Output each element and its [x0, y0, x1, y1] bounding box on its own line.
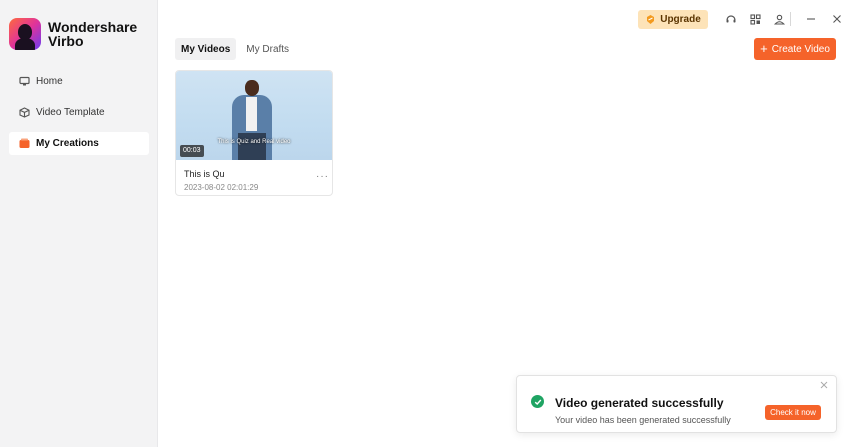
upgrade-gem-icon — [647, 15, 655, 24]
sidebar-item-video-template[interactable]: Video Template — [9, 101, 149, 124]
video-title: This is Qu — [184, 169, 225, 179]
sidebar-item-label: Video Template — [36, 107, 105, 118]
toast-message: Your video has been generated successful… — [555, 415, 731, 425]
sidebar: Wondershare Virbo Home Video Template My… — [0, 0, 158, 447]
grid-icon[interactable] — [748, 12, 762, 26]
minimize-icon[interactable] — [804, 12, 818, 26]
tab-my-drafts[interactable]: My Drafts — [240, 38, 295, 60]
create-video-button[interactable]: + Create Video — [754, 38, 836, 60]
sidebar-item-label: My Creations — [36, 138, 99, 149]
monitor-icon — [19, 76, 30, 87]
sidebar-item-my-creations[interactable]: My Creations — [9, 132, 149, 155]
presenter-shirt — [246, 97, 257, 131]
creations-icon — [19, 138, 30, 149]
sidebar-item-label: Home — [36, 76, 63, 87]
check-it-now-button[interactable]: Check it now — [765, 405, 821, 420]
video-date: 2023-08-02 02:01:29 — [184, 183, 259, 192]
presenter-pants — [238, 133, 266, 160]
sidebar-item-home[interactable]: Home — [9, 70, 149, 93]
more-options-icon[interactable]: ··· — [316, 171, 329, 182]
brand[interactable]: Wondershare Virbo — [9, 18, 137, 50]
toast-title: Video generated successfully — [555, 396, 724, 410]
upgrade-label: Upgrade — [660, 14, 701, 25]
topbar-divider — [790, 12, 791, 26]
brand-name-line2: Virbo — [48, 33, 84, 49]
top-bar: Upgrade — [158, 0, 850, 38]
cube-icon — [19, 107, 30, 118]
plus-icon: + — [760, 41, 768, 56]
video-duration-badge: 00:03 — [180, 145, 204, 157]
tab-my-videos[interactable]: My Videos — [175, 38, 237, 60]
video-thumbnail[interactable]: This is Quiz and Real video 00:03 — [176, 71, 332, 160]
sidebar-nav: Home Video Template My Creations — [9, 70, 149, 163]
content-tabs: My Videos My Drafts — [175, 38, 299, 60]
user-icon[interactable] — [772, 12, 786, 26]
presenter-head — [245, 80, 259, 96]
check-circle-icon — [531, 395, 544, 408]
upgrade-button[interactable]: Upgrade — [638, 10, 708, 29]
success-toast: Video generated successfully Your video … — [516, 375, 837, 433]
brand-name: Wondershare Virbo — [48, 20, 137, 48]
video-card[interactable]: This is Quiz and Real video 00:03 This i… — [175, 70, 333, 196]
virbo-logo-icon — [9, 18, 41, 50]
close-icon[interactable] — [830, 12, 844, 26]
brand-name-line1: Wondershare — [48, 19, 138, 35]
create-video-label: Create Video — [771, 43, 830, 55]
toast-close-icon[interactable] — [819, 380, 829, 390]
headset-icon[interactable] — [724, 12, 738, 26]
